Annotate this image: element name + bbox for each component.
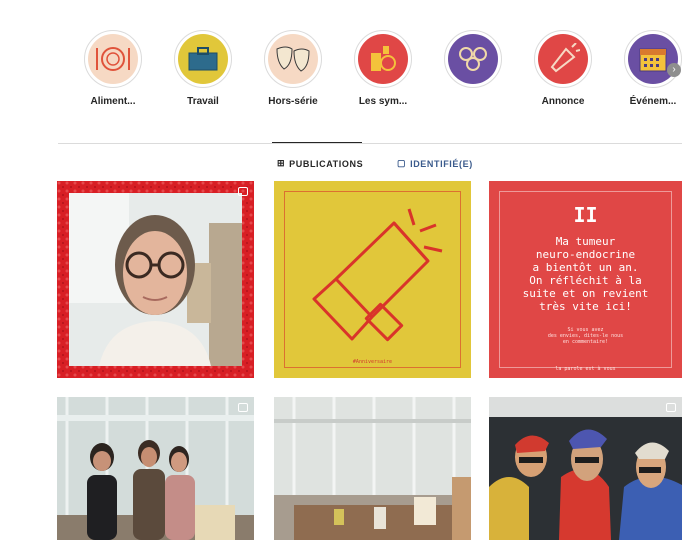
grid-icon: ⊞ (277, 158, 286, 168)
group-photo (57, 397, 254, 540)
stand-photo (274, 397, 471, 540)
post-video-portrait[interactable] (57, 181, 254, 378)
briefcase-icon (178, 34, 228, 84)
tab-label: IDENTIFIÉ(E) (410, 158, 473, 169)
post-announcement-text[interactable]: II Ma tumeur neuro-endocrine a bientôt u… (489, 181, 682, 378)
active-tab-indicator (272, 142, 362, 143)
story-highlights: Aliment... Travail Hors-série Les sym...… (0, 0, 682, 130)
pause-icon: II (573, 203, 598, 227)
chevron-right-icon[interactable]: › (667, 63, 681, 77)
plate-icon (88, 34, 138, 84)
tab-label: PUBLICATIONS (289, 158, 364, 169)
lab-flask-icon (358, 34, 408, 84)
highlight-label: Annonce (541, 96, 585, 107)
tab-tagged[interactable]: ▢ IDENTIFIÉ(E) (397, 158, 473, 169)
tabs-divider (58, 143, 682, 144)
reel-icon (238, 403, 248, 412)
tab-publications[interactable]: ⊞ PUBLICATIONS (277, 158, 363, 169)
post-stand-photo[interactable] (274, 397, 471, 540)
highlight-label: Hors-série (268, 96, 318, 107)
highlight-label: Travail (187, 96, 219, 107)
reel-icon (666, 403, 676, 412)
highlight-label: Événem... (629, 96, 677, 107)
post-anniversaire[interactable]: #Anniversaire (274, 181, 471, 378)
post-main-text: Ma tumeur neuro-endocrine a bientôt un a… (522, 235, 649, 313)
megaphone-icon (538, 34, 588, 84)
post-sub-text: Si vous avez des envies, dites-le nous e… (547, 327, 624, 345)
megaphone-icon (312, 208, 443, 342)
tag-icon: ▢ (397, 158, 407, 168)
people-icon (448, 34, 498, 84)
theater-masks-icon (268, 34, 318, 84)
post-illustration[interactable] (489, 397, 682, 540)
portrait-photo (69, 193, 242, 366)
illustration-image (489, 397, 682, 540)
highlight-label: Les sym... (358, 96, 408, 107)
post-hashtag: #Anniversaire (352, 359, 393, 365)
reel-icon (238, 187, 248, 196)
post-group-photo[interactable] (57, 397, 254, 540)
highlight-label: Aliment... (90, 96, 136, 107)
post-footer-text: la parole est à vous (555, 366, 616, 372)
